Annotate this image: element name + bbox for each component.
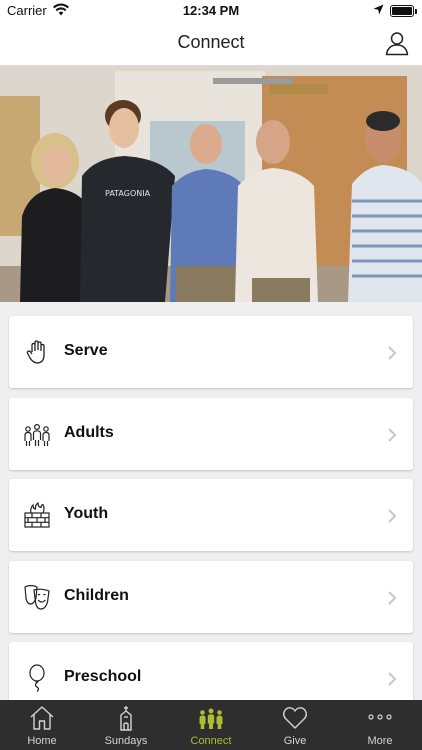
svg-text:PATAGONIA: PATAGONIA <box>105 189 151 198</box>
nav-bar: Connect <box>0 22 422 66</box>
balloon-icon <box>29 664 45 692</box>
menu-item-label: Adults <box>64 424 114 441</box>
home-icon <box>30 706 54 730</box>
chevron-right-icon <box>388 591 397 605</box>
tab-give[interactable]: Give <box>253 700 337 750</box>
tab-connect[interactable]: Connect <box>169 700 253 750</box>
heart-icon <box>283 707 307 729</box>
menu-item-label: Preschool <box>64 668 142 685</box>
tab-label: Sundays <box>104 735 148 747</box>
battery-icon <box>390 5 417 17</box>
menu-item-label: Serve <box>64 342 108 359</box>
menu-item-preschool[interactable]: Preschool <box>9 642 413 700</box>
people-icon <box>199 708 223 729</box>
raised-hand-icon <box>26 340 45 364</box>
chevron-right-icon <box>388 428 397 442</box>
menu-item-label: Children <box>64 587 129 604</box>
menu-item-children[interactable]: Children <box>9 561 413 633</box>
chevron-right-icon <box>388 346 397 360</box>
tab-bar: Home Sundays Connect Give More <box>0 700 422 750</box>
connect-menu-list: Serve Adults Youth Children Preschool <box>0 302 422 700</box>
tab-label: Home <box>27 735 57 747</box>
status-bar: Carrier 12:34 PM <box>0 0 422 22</box>
menu-item-serve[interactable]: Serve <box>9 316 413 388</box>
tab-label: More <box>367 735 393 747</box>
tab-sundays[interactable]: Sundays <box>84 700 168 750</box>
chevron-right-icon <box>388 672 397 686</box>
location-arrow-icon <box>373 4 384 15</box>
fire-wall-icon <box>24 501 50 528</box>
tab-label: Connect <box>190 735 232 747</box>
menu-item-adults[interactable]: Adults <box>9 398 413 470</box>
tab-label: Give <box>283 735 307 747</box>
tab-home[interactable]: Home <box>0 700 84 750</box>
church-icon <box>120 706 132 731</box>
chevron-right-icon <box>388 509 397 523</box>
menu-item-label: Youth <box>64 505 109 522</box>
profile-icon[interactable] <box>384 30 410 56</box>
hero-photo: PATAGONIA <box>0 66 422 302</box>
smiley-mask-icon <box>24 584 50 610</box>
tab-more[interactable]: More <box>338 700 422 750</box>
more-dots-icon <box>368 714 392 720</box>
status-time: 12:34 PM <box>182 3 240 18</box>
people-icon <box>24 423 50 446</box>
menu-item-youth[interactable]: Youth <box>9 479 413 551</box>
page-title: Connect <box>177 32 245 52</box>
